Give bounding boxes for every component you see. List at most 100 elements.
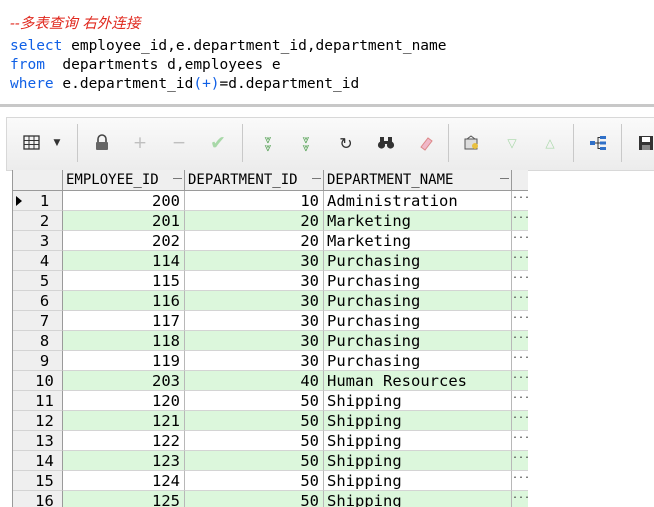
row-number[interactable]: 16 xyxy=(13,491,63,507)
employee-id-cell[interactable]: 116 xyxy=(63,291,185,311)
row-ellipsis-button[interactable]: ... xyxy=(512,351,528,371)
eraser-icon[interactable] xyxy=(415,132,437,154)
plus-icon[interactable]: + xyxy=(129,132,151,154)
save-icon[interactable] xyxy=(635,132,654,154)
row-ellipsis-button[interactable]: ... xyxy=(512,371,528,391)
row-number[interactable]: 9 xyxy=(13,351,63,371)
row-number[interactable]: 3 xyxy=(13,231,63,251)
department-name-cell[interactable]: Shipping xyxy=(324,451,512,471)
row-ellipsis-button[interactable]: ... xyxy=(512,231,528,251)
sql-editor[interactable]: --多表查询 右外连接 select employee_id,e.departm… xyxy=(0,0,654,104)
table-row[interactable]: 711730Purchasing... xyxy=(13,311,528,331)
department-name-cell[interactable]: Purchasing xyxy=(324,351,512,371)
employee-id-cell[interactable]: 201 xyxy=(63,211,185,231)
grid-menu-icon[interactable] xyxy=(21,132,43,154)
double-down-icon[interactable]: ⩔ ⩔ xyxy=(257,132,279,154)
table-row[interactable]: 220120Marketing... xyxy=(13,211,528,231)
refresh-icon[interactable]: ↻ xyxy=(335,132,357,154)
table-row[interactable]: 320220Marketing... xyxy=(13,231,528,251)
employee-id-cell[interactable]: 200 xyxy=(63,191,185,211)
table-row[interactable]: 611630Purchasing... xyxy=(13,291,528,311)
department-id-cell[interactable]: 50 xyxy=(185,411,324,431)
department-name-cell[interactable]: Shipping xyxy=(324,491,512,507)
department-id-cell[interactable]: 30 xyxy=(185,291,324,311)
department-id-cell[interactable]: 30 xyxy=(185,271,324,291)
department-id-cell[interactable]: 30 xyxy=(185,351,324,371)
results-grid[interactable]: EMPLOYEE_ID DEPARTMENT_ID DEPARTMENT_NAM… xyxy=(12,170,528,507)
department-name-cell[interactable]: Purchasing xyxy=(324,331,512,351)
table-row[interactable]: 1212150Shipping... xyxy=(13,411,528,431)
department-name-cell[interactable]: Shipping xyxy=(324,431,512,451)
employee-id-cell[interactable]: 118 xyxy=(63,331,185,351)
employee-id-cell[interactable]: 121 xyxy=(63,411,185,431)
department-id-cell[interactable]: 30 xyxy=(185,331,324,351)
department-name-cell[interactable]: Administration xyxy=(324,191,512,211)
table-row[interactable]: 1612550Shipping... xyxy=(13,491,528,507)
employee-id-cell[interactable]: 203 xyxy=(63,371,185,391)
row-ellipsis-button[interactable]: ... xyxy=(512,431,528,451)
department-name-cell[interactable]: Shipping xyxy=(324,471,512,491)
row-number[interactable]: 6 xyxy=(13,291,63,311)
department-name-cell[interactable]: Purchasing xyxy=(324,311,512,331)
row-ellipsis-button[interactable]: ... xyxy=(512,451,528,471)
department-name-cell[interactable]: Purchasing xyxy=(324,251,512,271)
row-ellipsis-button[interactable]: ... xyxy=(512,291,528,311)
row-ellipsis-button[interactable]: ... xyxy=(512,251,528,271)
employee-id-cell[interactable]: 123 xyxy=(63,451,185,471)
editor-splitter[interactable] xyxy=(0,104,654,107)
row-number[interactable]: 4 xyxy=(13,251,63,271)
minus-icon[interactable]: − xyxy=(168,132,190,154)
department-name-cell[interactable]: Shipping xyxy=(324,411,512,431)
row-number[interactable]: 7 xyxy=(13,311,63,331)
row-number[interactable]: 8 xyxy=(13,331,63,351)
department-id-cell[interactable]: 40 xyxy=(185,371,324,391)
department-id-cell[interactable]: 30 xyxy=(185,251,324,271)
column-header-employee-id[interactable]: EMPLOYEE_ID xyxy=(63,170,185,190)
lock-icon[interactable] xyxy=(91,132,113,154)
query-icon[interactable] xyxy=(461,132,483,154)
table-row[interactable]: 1020340Human Resources... xyxy=(13,371,528,391)
row-number[interactable]: 14 xyxy=(13,451,63,471)
department-id-cell[interactable]: 50 xyxy=(185,471,324,491)
department-name-cell[interactable]: Purchasing xyxy=(324,291,512,311)
employee-id-cell[interactable]: 120 xyxy=(63,391,185,411)
row-ellipsis-button[interactable]: ... xyxy=(512,211,528,231)
department-id-cell[interactable]: 50 xyxy=(185,451,324,471)
department-id-cell[interactable]: 50 xyxy=(185,431,324,451)
table-row[interactable]: 120010Administration... xyxy=(13,191,528,211)
row-ellipsis-button[interactable]: ... xyxy=(512,331,528,351)
check-icon[interactable]: ✔ xyxy=(207,132,229,154)
employee-id-cell[interactable]: 117 xyxy=(63,311,185,331)
employee-id-cell[interactable]: 122 xyxy=(63,431,185,451)
department-id-cell[interactable]: 50 xyxy=(185,491,324,507)
tree-icon[interactable] xyxy=(587,132,609,154)
row-number[interactable]: 11 xyxy=(13,391,63,411)
row-ellipsis-button[interactable]: ... xyxy=(512,191,528,211)
department-name-cell[interactable]: Marketing xyxy=(324,231,512,251)
row-ellipsis-button[interactable]: ... xyxy=(512,471,528,491)
triangle-down-icon[interactable]: ▽ xyxy=(501,132,523,154)
triangle-up-icon[interactable]: △ xyxy=(539,132,561,154)
department-name-cell[interactable]: Purchasing xyxy=(324,271,512,291)
employee-id-cell[interactable]: 124 xyxy=(63,471,185,491)
table-row[interactable]: 1412350Shipping... xyxy=(13,451,528,471)
table-row[interactable]: 911930Purchasing... xyxy=(13,351,528,371)
department-id-cell[interactable]: 10 xyxy=(185,191,324,211)
row-number[interactable]: 13 xyxy=(13,431,63,451)
department-id-cell[interactable]: 20 xyxy=(185,231,324,251)
table-row[interactable]: 511530Purchasing... xyxy=(13,271,528,291)
row-ellipsis-button[interactable]: ... xyxy=(512,391,528,411)
table-row[interactable]: 411430Purchasing... xyxy=(13,251,528,271)
department-name-cell[interactable]: Shipping xyxy=(324,391,512,411)
employee-id-cell[interactable]: 125 xyxy=(63,491,185,507)
row-number[interactable]: 10 xyxy=(13,371,63,391)
row-ellipsis-button[interactable]: ... xyxy=(512,271,528,291)
table-row[interactable]: 1112050Shipping... xyxy=(13,391,528,411)
table-row[interactable]: 1312250Shipping... xyxy=(13,431,528,451)
employee-id-cell[interactable]: 119 xyxy=(63,351,185,371)
table-row[interactable]: 811830Purchasing... xyxy=(13,331,528,351)
employee-id-cell[interactable]: 114 xyxy=(63,251,185,271)
department-name-cell[interactable]: Human Resources xyxy=(324,371,512,391)
row-number[interactable]: 2 xyxy=(13,211,63,231)
table-row[interactable]: 1512450Shipping... xyxy=(13,471,528,491)
